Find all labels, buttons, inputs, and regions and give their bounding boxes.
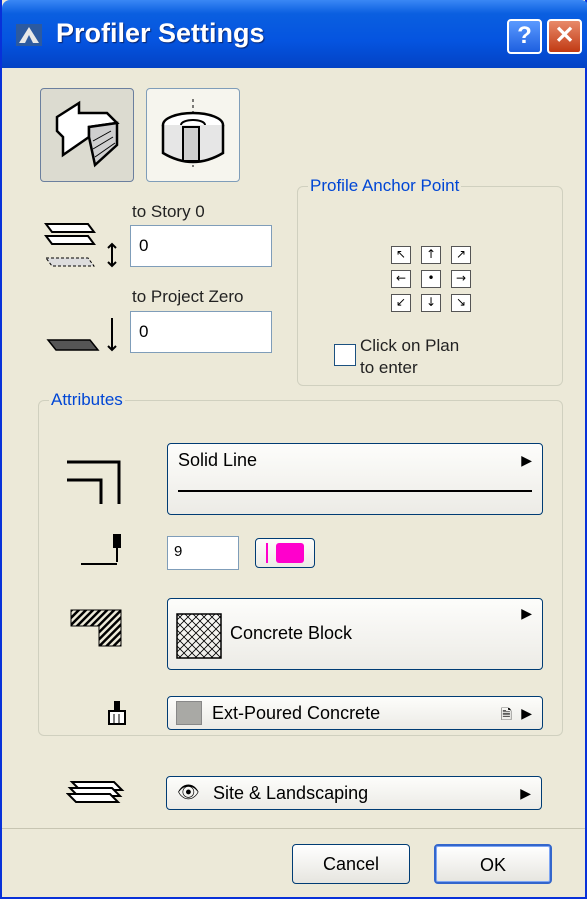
fill-type-icon	[70, 609, 122, 647]
solid-line-preview	[178, 490, 532, 492]
anchor-point-legend: Profile Anchor Point	[310, 176, 460, 195]
material-settings-icon: 🗎	[500, 706, 512, 722]
layers-icon	[66, 781, 125, 803]
anchor-center[interactable]: •	[421, 270, 441, 288]
layer-value: Site & Landscaping	[213, 783, 369, 803]
to-project-zero-label: to Project Zero	[132, 287, 244, 306]
concrete-block-pattern-icon	[176, 613, 222, 659]
anchor-top-right[interactable]: ↗	[451, 246, 471, 264]
story-elevation-icon	[44, 223, 117, 268]
column-profile-icon	[161, 99, 225, 167]
material-brush-icon	[108, 701, 126, 725]
pen-icon	[81, 534, 121, 565]
pen-number-input[interactable]: 9	[167, 536, 239, 570]
fill-type-popup[interactable]: Concrete Block ▶	[167, 598, 543, 670]
pen-color-button[interactable]	[255, 538, 315, 568]
anchor-middle-right[interactable]: →	[451, 270, 471, 288]
wall-profile-icon	[55, 100, 120, 168]
fill-type-value: Concrete Block	[230, 623, 353, 643]
anchor-top-center[interactable]: ↑	[421, 246, 441, 264]
cancel-button[interactable]: Cancel	[292, 844, 410, 884]
help-button[interactable]: ?	[507, 19, 542, 54]
project-zero-icon	[46, 318, 117, 352]
line-type-icon	[67, 460, 121, 504]
story-elevation-input[interactable]: 0	[130, 225, 272, 267]
popup-arrow-icon: ▶	[521, 605, 532, 621]
anchor-top-left[interactable]: ↖	[391, 246, 411, 264]
window-title: Profiler Settings	[56, 18, 265, 48]
popup-arrow-icon: ▶	[520, 785, 531, 801]
click-on-plan-label: Click on Plan	[360, 336, 460, 355]
ok-button[interactable]: OK	[434, 844, 552, 884]
column-profile-button[interactable]	[146, 88, 240, 182]
popup-arrow-icon: ▶	[521, 705, 532, 721]
pen-color-swatch	[276, 543, 304, 563]
footer-separator	[2, 828, 585, 829]
dialog-content: to Story 0 0 to Project Zero 0 Profile A…	[2, 68, 587, 899]
line-type-value: Solid Line	[178, 450, 258, 470]
material-color-swatch	[176, 701, 202, 725]
click-on-plan-checkbox[interactable]	[334, 344, 356, 366]
to-enter-label: to enter	[360, 358, 418, 377]
archicad-app-icon	[16, 24, 42, 46]
attributes-group: Attributes Solid Line ▶ 9 Concrete Block…	[38, 390, 563, 736]
popup-arrow-icon: ▶	[521, 452, 532, 468]
close-button[interactable]: ✕	[547, 19, 582, 54]
anchor-middle-left[interactable]: ←	[391, 270, 411, 288]
line-type-popup[interactable]: Solid Line ▶	[167, 443, 543, 515]
anchor-bottom-right[interactable]: ↘	[451, 294, 471, 312]
anchor-point-group: Profile Anchor Point ↖ ↑ ↗ ← • → ↙ ↓ ↘ C…	[297, 176, 563, 386]
wall-profile-button[interactable]	[40, 88, 134, 182]
pen-color-bar	[266, 543, 268, 563]
attributes-legend: Attributes	[51, 390, 123, 409]
material-popup[interactable]: Ext-Poured Concrete 🗎 ▶	[167, 696, 543, 730]
anchor-bottom-center[interactable]: ↓	[421, 294, 441, 312]
anchor-point-grid: ↖ ↑ ↗ ← • → ↙ ↓ ↘	[391, 246, 473, 312]
project-zero-input[interactable]: 0	[130, 311, 272, 353]
eye-icon: 👁	[177, 782, 200, 802]
to-story-label: to Story 0	[132, 202, 205, 221]
title-bar[interactable]: Profiler Settings ? ✕	[2, 0, 587, 68]
material-value: Ext-Poured Concrete	[212, 703, 381, 723]
anchor-bottom-left[interactable]: ↙	[391, 294, 411, 312]
layer-popup[interactable]: 👁 Site & Landscaping ▶	[166, 776, 542, 810]
profiler-settings-dialog: Profiler Settings ? ✕ to Story 0 0 to Pr…	[0, 0, 587, 899]
